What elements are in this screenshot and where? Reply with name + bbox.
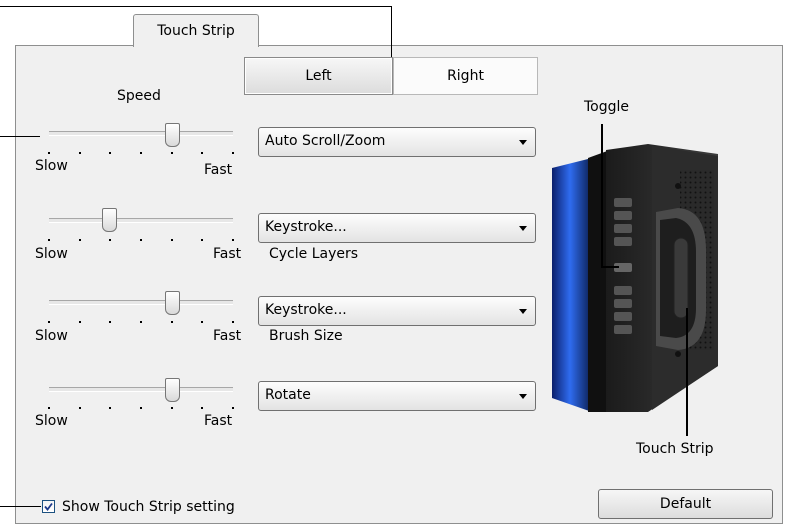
slider-tick <box>140 239 142 241</box>
slider-tick <box>232 321 234 323</box>
slider-tick <box>232 239 234 241</box>
slider-tick <box>140 152 142 154</box>
tab-label: Touch Strip <box>157 23 235 39</box>
show-setting-checkbox[interactable] <box>42 500 55 513</box>
slider-tick <box>201 152 204 154</box>
touch-strip-callout-label: Touch Strip <box>636 441 714 457</box>
slider-tick <box>48 407 50 409</box>
default-button-label: Default <box>659 496 712 512</box>
fast-label: Fast <box>204 413 233 429</box>
function-dropdown-value: Keystroke... <box>265 219 347 235</box>
function-dropdown-value: Rotate <box>265 387 311 403</box>
function-dropdown-1[interactable]: Auto Scroll/Zoom <box>258 127 536 157</box>
dropdown-arrow-icon <box>519 226 527 231</box>
slider-tick <box>201 407 204 409</box>
slider-tick <box>48 321 50 323</box>
left-strip-label: Left <box>305 68 332 84</box>
slider-tick <box>232 407 234 409</box>
touch-strip-callout-line <box>686 308 688 436</box>
toggle-callout-label: Toggle <box>584 99 630 115</box>
speed-heading: Speed <box>117 88 161 104</box>
speed-slider-track[interactable] <box>49 300 233 305</box>
function-dropdown-2[interactable]: Keystroke... <box>258 213 536 243</box>
slider-tick <box>109 152 112 154</box>
function-dropdown-value: Keystroke... <box>265 302 347 318</box>
dropdown-arrow-icon <box>519 309 527 314</box>
slider-tick <box>78 152 81 154</box>
fast-label: Fast <box>204 162 233 178</box>
left-strip-button[interactable]: Left <box>244 57 393 95</box>
tab-touch-strip[interactable]: Touch Strip <box>133 14 259 47</box>
slow-label: Slow <box>35 413 68 429</box>
slider-tick <box>232 152 234 154</box>
slider-tick <box>201 321 204 323</box>
slider-tick <box>109 407 112 409</box>
slider-tick <box>170 407 173 409</box>
slider-tick <box>109 239 112 241</box>
callout-line-top-drop <box>391 6 392 57</box>
slider-tick <box>201 239 204 241</box>
slider-tick <box>78 407 81 409</box>
speed-slider-thumb[interactable] <box>102 208 118 232</box>
slow-label: Slow <box>35 158 68 174</box>
checkmark-icon <box>44 502 53 511</box>
slider-tick <box>170 152 173 154</box>
fast-label: Fast <box>213 246 242 262</box>
speed-slider-thumb[interactable] <box>164 123 180 147</box>
callout-line-checkbox <box>0 506 41 507</box>
function-dropdown-3[interactable]: Keystroke... <box>258 296 536 326</box>
dropdown-arrow-icon <box>519 140 527 145</box>
show-setting-label: Show Touch Strip setting <box>62 499 235 515</box>
speed-slider-track[interactable] <box>49 387 233 392</box>
speed-slider-thumb[interactable] <box>164 378 180 402</box>
slider-tick <box>78 239 81 241</box>
right-strip-label: Right <box>447 68 484 84</box>
slider-tick <box>48 239 50 241</box>
function-detail-label: Brush Size <box>269 328 343 344</box>
function-detail-label: Cycle Layers <box>269 246 359 262</box>
toggle-callout-line <box>601 124 603 267</box>
default-button[interactable]: Default <box>598 489 773 519</box>
speed-slider-track[interactable] <box>49 131 233 136</box>
tablet-device-illustration <box>552 144 718 412</box>
slow-label: Slow <box>35 246 68 262</box>
function-dropdown-value: Auto Scroll/Zoom <box>265 133 386 149</box>
fast-label: Fast <box>213 328 242 344</box>
right-strip-button[interactable]: Right <box>393 57 538 95</box>
slider-tick <box>48 152 50 154</box>
slider-tick <box>170 321 173 323</box>
speed-slider-thumb[interactable] <box>164 291 180 315</box>
slider-tick <box>170 239 173 241</box>
dropdown-arrow-icon <box>519 394 527 399</box>
speed-slider-track[interactable] <box>49 218 233 223</box>
function-dropdown-4[interactable]: Rotate <box>258 381 536 411</box>
slow-label: Slow <box>35 328 68 344</box>
toggle-callout-line-h <box>601 266 619 268</box>
slider-tick <box>78 321 81 323</box>
callout-line-slider <box>0 136 40 137</box>
slider-tick <box>140 321 142 323</box>
callout-line-top <box>0 6 392 7</box>
slider-tick <box>140 407 142 409</box>
slider-tick <box>109 321 112 323</box>
